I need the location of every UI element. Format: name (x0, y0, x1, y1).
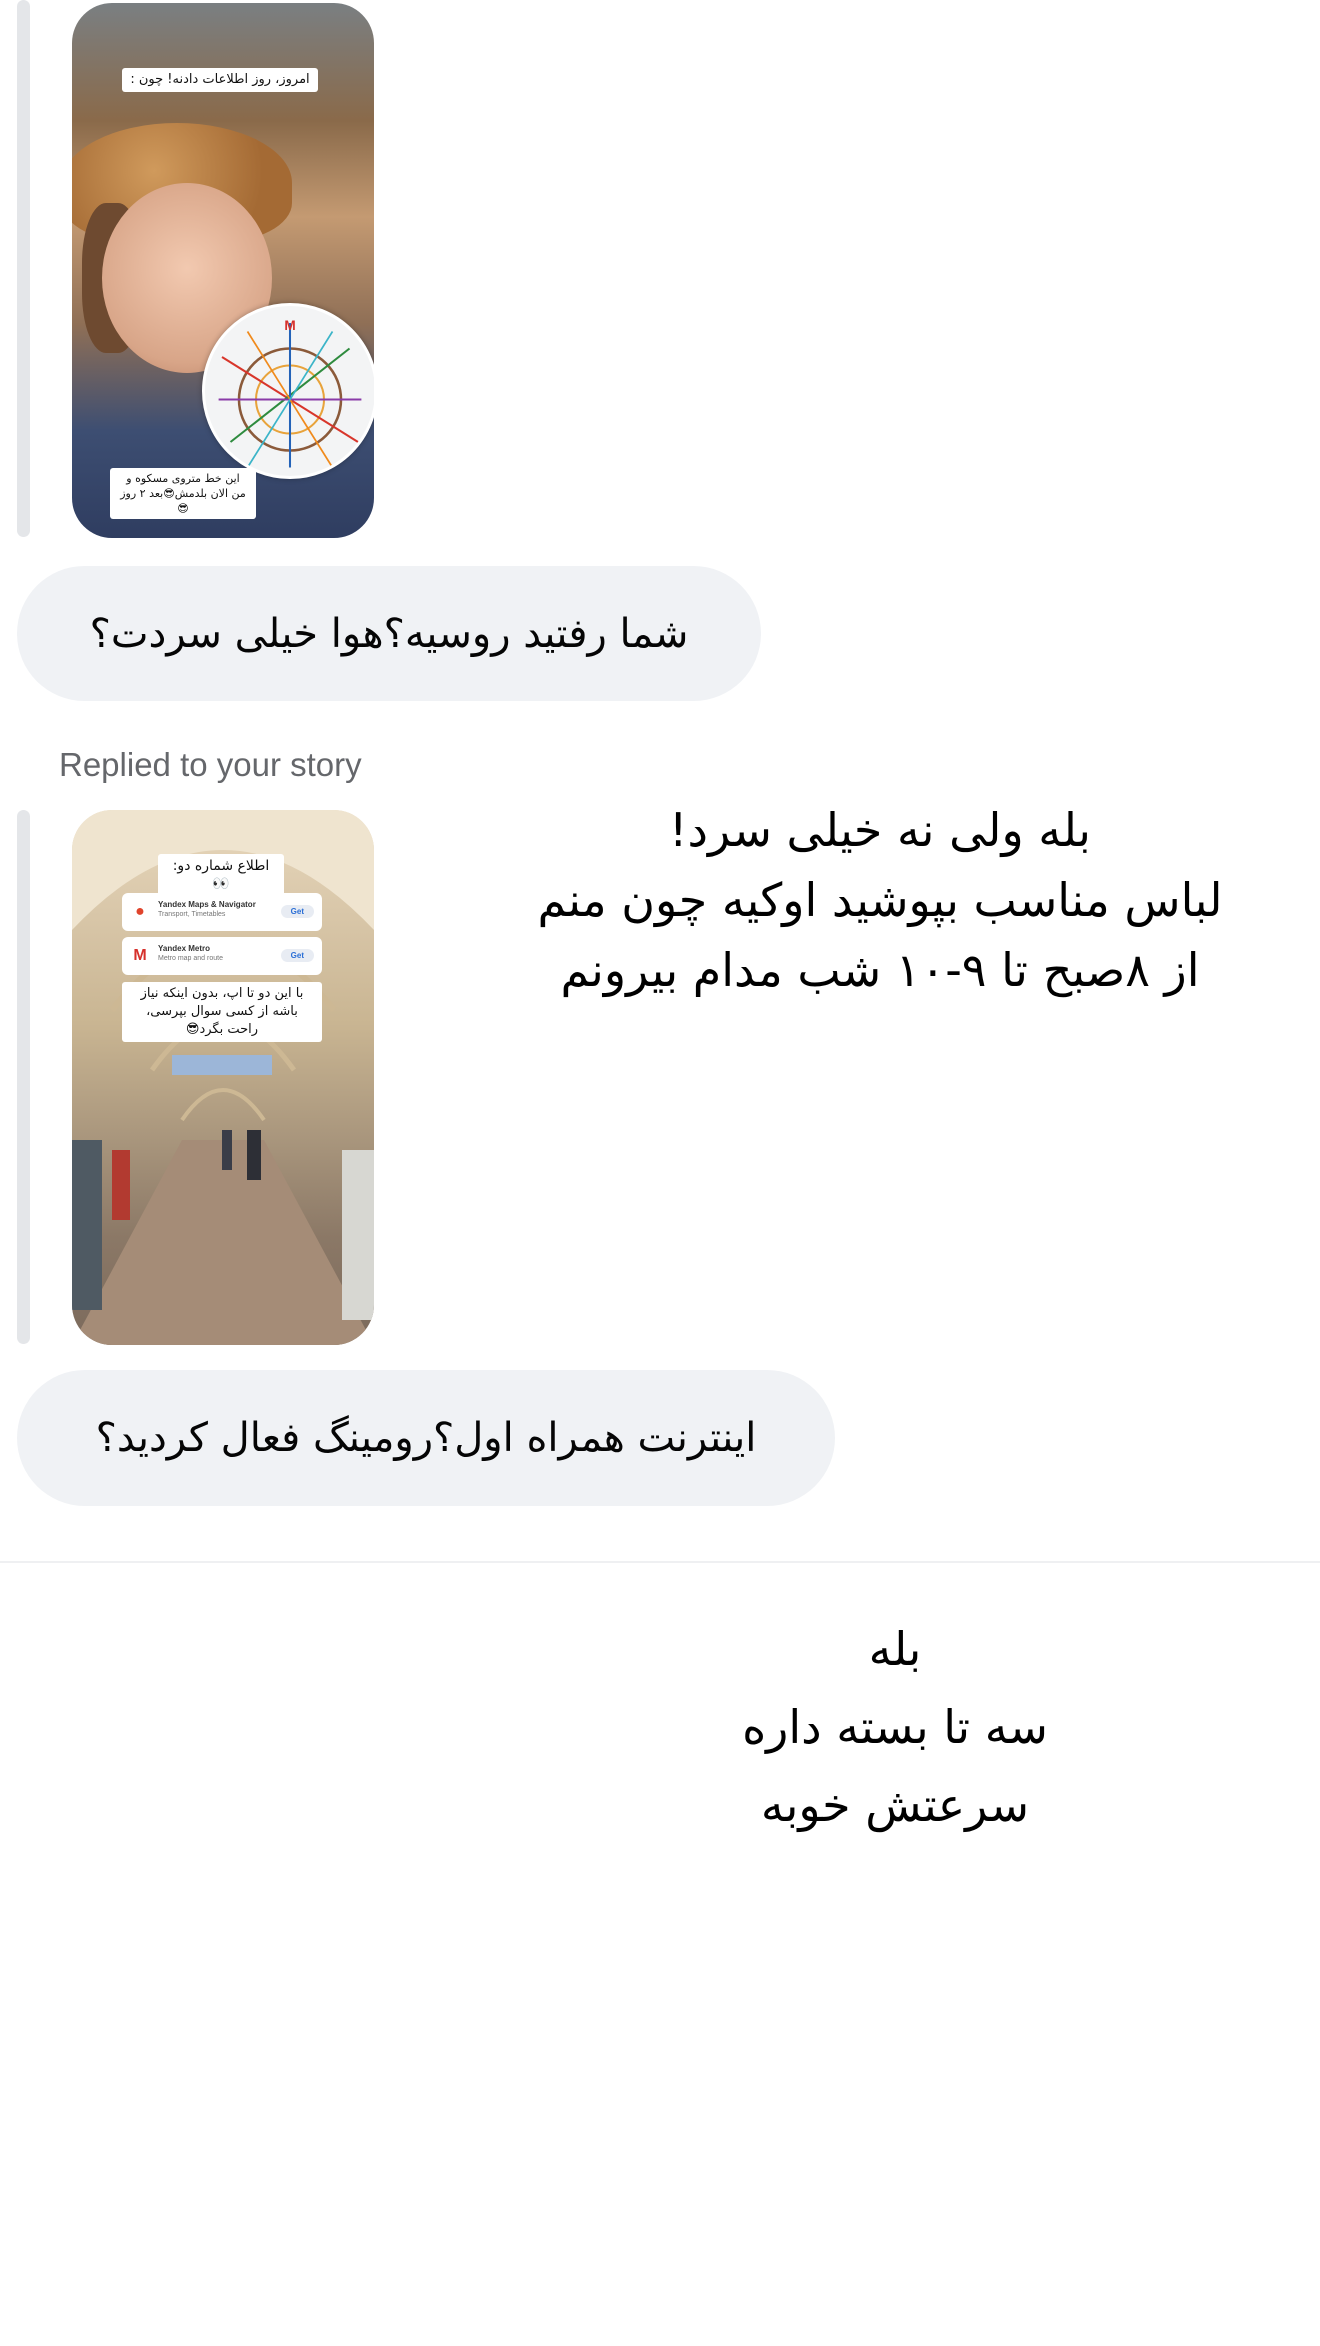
overlay-line: از ۸صبح تا ۹-۱۰ شب مدام بیرونم (560, 943, 1200, 997)
metro-m-icon: M (133, 947, 147, 964)
answer-overlay-text: بله سه تا بسته داره سرعتش خوبه (660, 1610, 1130, 1844)
app-card-yandex-maps: ● Yandex Maps & Navigator Transport, Tim… (122, 893, 322, 931)
app-card-yandex-metro: M Yandex Metro Metro map and route Get (122, 937, 322, 975)
metro-map-sticker: M (202, 303, 374, 479)
svg-text:M: M (284, 318, 295, 333)
message-text: شما رفتید روسیه؟هوا خیلی سردت؟ (89, 610, 689, 657)
app-subtitle: Transport, Timetables (158, 911, 226, 918)
app-subtitle: Metro map and route (158, 955, 223, 962)
overlay-line: بله (868, 1622, 922, 1676)
story-quote-bar (17, 810, 30, 1344)
story-quote-bar (17, 0, 30, 537)
story-caption-bottom: این خط متروی مسکو‌ه و من الان بلدمش😎بعد … (110, 468, 256, 519)
get-button: Get (280, 905, 314, 918)
app-name: Yandex Metro (158, 944, 211, 953)
overlay-line: سه تا بسته داره (742, 1700, 1048, 1754)
message-text: اینترنت همراه اول؟رومینگ فعال کردید؟ (95, 1415, 757, 1461)
replied-to-story-label: Replied to your story (59, 746, 362, 783)
message-bubble[interactable]: شما رفتید روسیه؟هوا خیلی سردت؟ (17, 566, 761, 701)
overlay-line: بله ولی نه خیلی سرد! (669, 803, 1091, 857)
message-bubble[interactable]: اینترنت همراه اول؟رومینگ فعال کردید؟ (17, 1370, 835, 1506)
get-button: Get (280, 949, 314, 962)
overlay-line: سرعتش خوبه (760, 1778, 1030, 1832)
story-thumbnail[interactable]: امروز، روز اطلاعات دادنه! چون : M این خط… (72, 3, 374, 538)
story-caption-bottom: با این دو تا اپ، بدون اینکه نیاز باشه از… (122, 982, 322, 1042)
divider (0, 1561, 1320, 1563)
story-thumbnail[interactable]: اطلاع شماره دو:👀 ● Yandex Maps & Navigat… (72, 810, 374, 1345)
map-pin-icon: ● (135, 903, 145, 920)
story-caption-top: امروز، روز اطلاعات دادنه! چون : (122, 68, 318, 92)
app-name: Yandex Maps & Navigator (158, 900, 256, 909)
story-reply-overlay-text: بله ولی نه خیلی سرد! لباس مناسب بپوشید ا… (500, 795, 1260, 1005)
overlay-line: لباس مناسب بپوشید اوکیه چون منم (537, 873, 1223, 927)
story-caption-top: اطلاع شماره دو:👀 (158, 854, 284, 896)
